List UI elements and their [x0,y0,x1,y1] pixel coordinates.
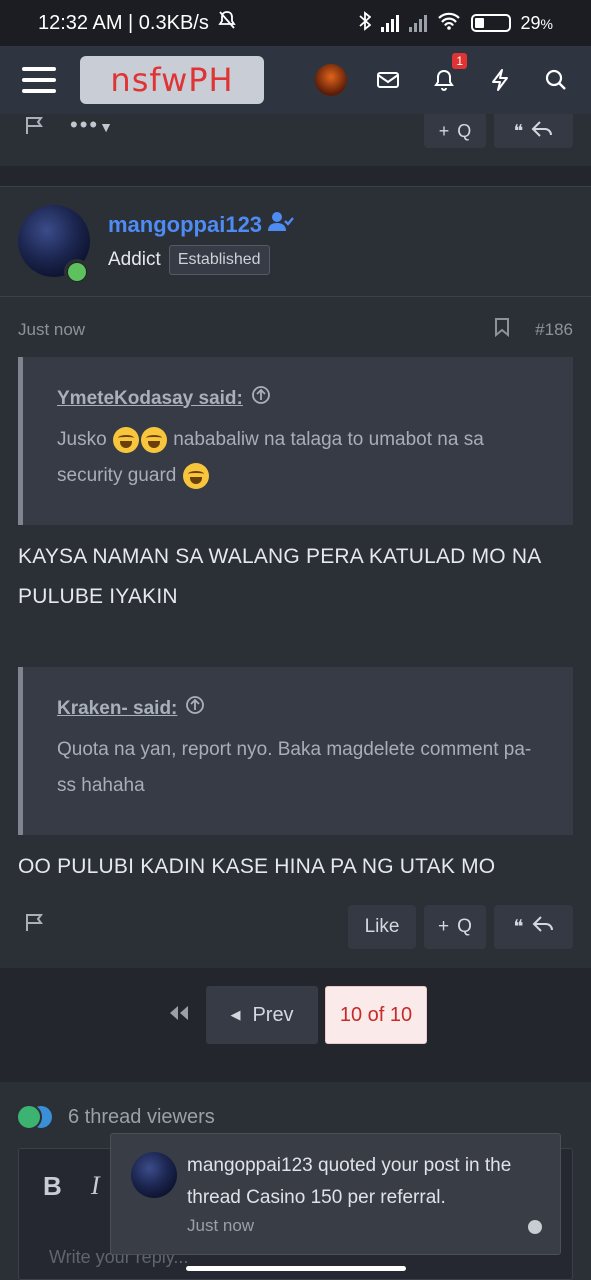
online-status-icon [64,259,90,285]
quote-icon: ❝ [513,916,524,938]
bluetooth-icon [358,10,371,36]
quote-author[interactable]: YmeteKodasay said: [57,385,539,412]
menu-icon[interactable] [20,65,58,95]
signal-icon [380,14,399,32]
pagination: ◀ Prev 10 of 10 [0,968,591,1082]
notification-toast[interactable]: mangoppai123 quoted your post in the thr… [110,1133,561,1255]
quote-icon: ❝ [513,120,524,141]
battery-level: 29% [520,12,553,33]
toast-message[interactable]: mangoppai123 quoted your post in the thr… [187,1150,547,1214]
verified-user-icon [268,211,294,239]
more-options-icon[interactable]: •••▼ [70,112,115,138]
wifi-icon [437,12,461,35]
report-flag-icon[interactable] [24,116,46,141]
bell-icon[interactable]: 1 [429,53,467,95]
plus-icon: + [438,916,450,937]
prev-page-button[interactable]: ◀ Prev [206,986,318,1044]
italic-button[interactable]: I [91,1171,100,1201]
bolt-icon[interactable] [485,65,515,95]
reply-arrow-icon [532,915,554,939]
post-body-text: KAYSA NAMAN SA WALANG PERA KATULAD MO NA… [18,545,541,608]
arrow-up-circle-icon[interactable] [185,695,205,722]
user-avatar[interactable] [315,64,347,96]
quote-text: Jusko nababaliw na talaga to umabot na s… [57,422,539,494]
reply-button[interactable]: ❝ [494,905,573,949]
report-flag-icon[interactable] [24,913,46,938]
quote-text: Quota na yan, report nyo. Baka magdelete… [57,739,532,796]
bell-muted-icon [217,10,237,36]
user-title: Addict Established [108,245,270,275]
arrow-up-circle-icon[interactable] [251,385,271,412]
user-banner: Established [168,245,270,275]
toast-avatar [131,1152,177,1198]
quote-author[interactable]: Kraken- said: [57,695,539,722]
prev-multiquote-button[interactable]: + Q [424,114,486,148]
current-page[interactable]: 10 of 10 [325,986,427,1044]
post-time[interactable]: Just now [18,320,85,340]
status-bar: 12:32 AM | 0.3KB/s 29% [0,0,591,46]
battery-icon [470,14,511,32]
like-button[interactable]: Like [348,905,416,949]
poster-username[interactable]: mangoppai123 [108,211,294,239]
unread-dot-icon[interactable] [528,1220,542,1234]
laughing-emoji-icon [140,426,167,453]
status-time: 12:32 AM | 0.3KB/s [38,11,209,34]
post: mangoppai123 Addict Established Just now… [0,186,591,968]
bookmark-icon[interactable] [493,317,511,342]
bold-button[interactable]: B [43,1171,62,1202]
top-nav: nsfwPH 1 [0,46,591,114]
home-indicator[interactable] [186,1266,406,1271]
first-page-icon[interactable] [164,998,194,1028]
signal-2-icon [408,14,427,32]
search-icon[interactable] [541,65,571,95]
alert-badge: 1 [452,53,467,69]
prev-reply-button[interactable]: ❝ [494,114,573,148]
laughing-emoji-icon [182,462,209,489]
laughing-emoji-icon [112,426,139,453]
plus-icon: + [438,120,450,141]
multiquote-button[interactable]: + Q [424,905,486,949]
reply-arrow-icon [531,120,553,143]
post-meta: Just now #186 [18,317,573,342]
post-body-text: OO PULUBI KADIN KASE HINA PA NG UTAK MO [18,855,496,878]
site-logo[interactable]: nsfwPH [80,56,264,104]
post-header: mangoppai123 Addict Established [0,187,591,297]
previous-post-actions: •••▼ + Q ❝ [0,112,591,166]
quote-block: Kraken- said: Quota na yan, report nyo. … [18,667,573,835]
envelope-icon[interactable] [373,65,403,95]
caret-left-icon: ◀ [230,1007,241,1022]
quote-block: YmeteKodasay said: Jusko nababaliw na ta… [18,357,573,525]
viewers-icon [16,1104,58,1130]
post-number[interactable]: #186 [535,320,573,340]
toast-time: Just now [187,1216,255,1235]
thread-viewers[interactable]: 6 thread viewers [16,1104,215,1130]
